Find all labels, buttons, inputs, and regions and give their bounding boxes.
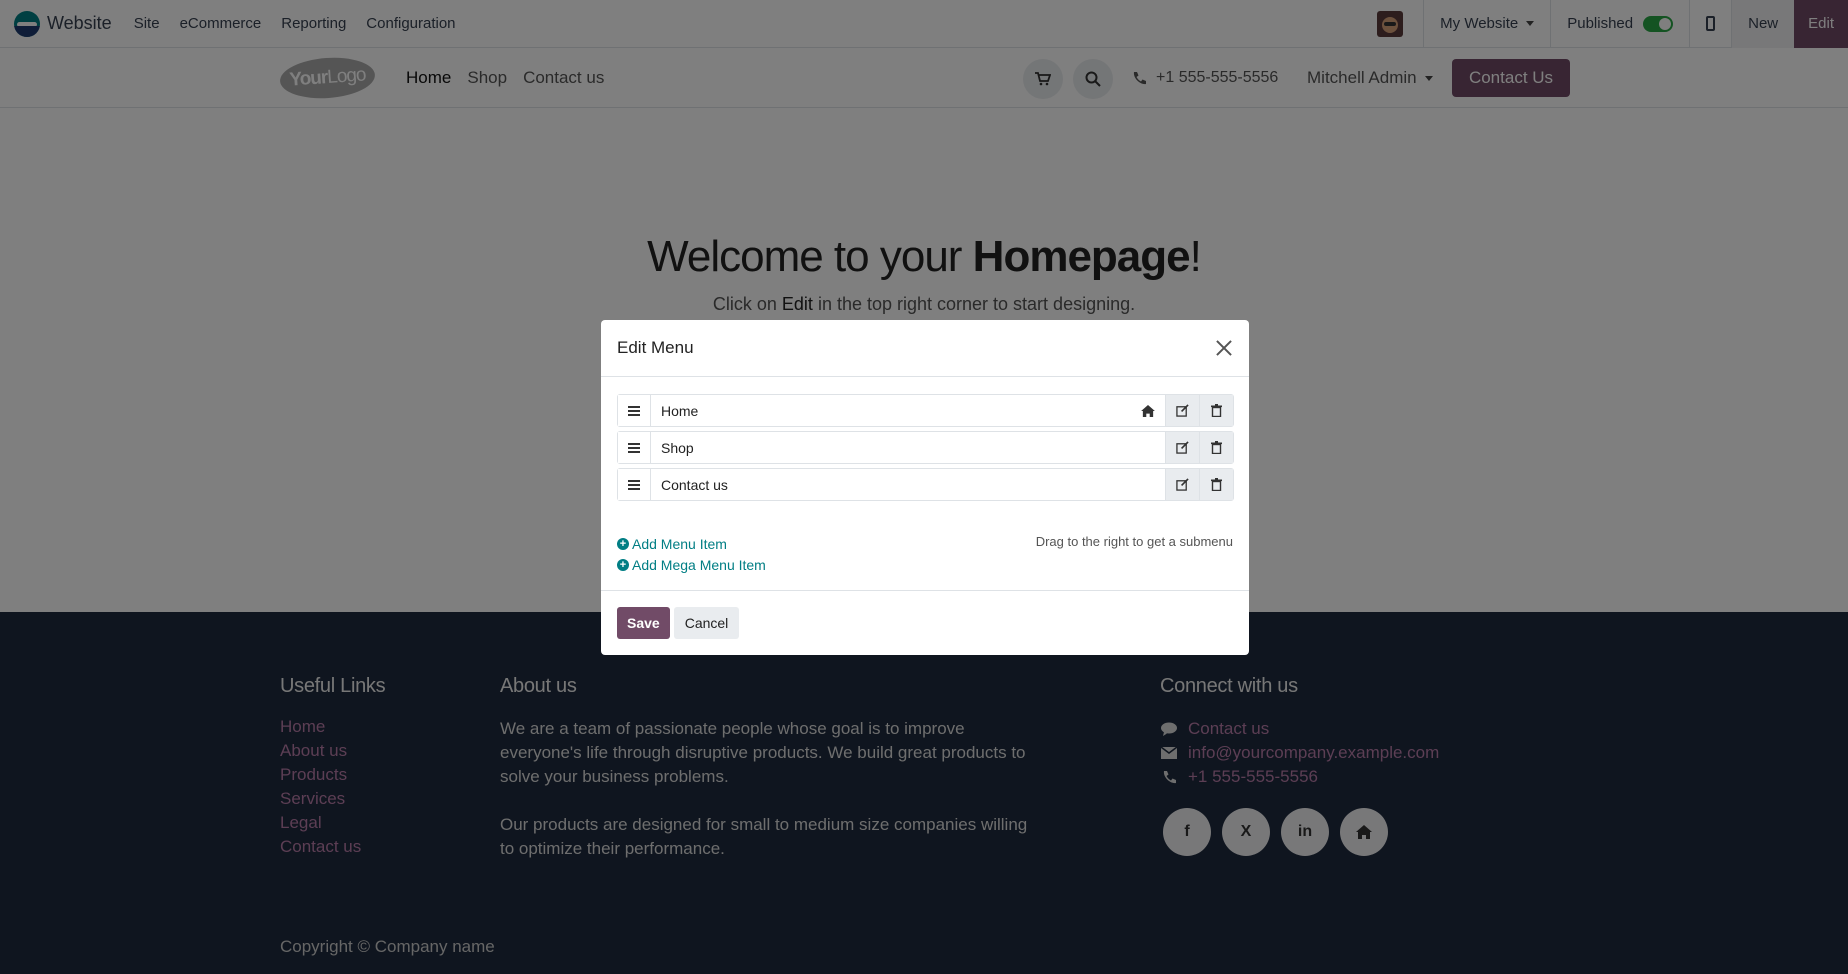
menu-item-row-shop: Shop	[617, 431, 1234, 464]
dialog-footer: Save Cancel	[601, 590, 1249, 655]
drag-handle-icon	[628, 442, 640, 453]
dialog-title: Edit Menu	[617, 338, 694, 357]
add-mega-menu-item-label: Add Mega Menu Item	[632, 556, 766, 573]
plus-circle-icon: +	[617, 537, 629, 550]
edit-icon	[1176, 441, 1189, 454]
drag-handle[interactable]	[618, 469, 651, 500]
edit-item-button[interactable]	[1165, 432, 1199, 463]
save-button[interactable]: Save	[617, 607, 670, 639]
menu-item-label: Home	[661, 402, 699, 419]
add-menu-item-link[interactable]: + Add Menu Item	[617, 533, 766, 554]
submenu-hint: Drag to the right to get a submenu	[1035, 534, 1233, 549]
menu-item-label: Contact us	[661, 476, 728, 493]
delete-item-button[interactable]	[1199, 469, 1233, 500]
trash-icon	[1211, 478, 1222, 491]
home-icon	[1131, 395, 1165, 426]
menu-item-label: Shop	[661, 439, 694, 456]
drag-handle[interactable]	[618, 432, 651, 463]
edit-icon	[1176, 404, 1189, 417]
add-links: + Add Menu Item + Add Mega Menu Item	[617, 533, 766, 575]
edit-item-button[interactable]	[1165, 395, 1199, 426]
add-menu-item-label: Add Menu Item	[632, 535, 727, 552]
delete-item-button[interactable]	[1199, 432, 1233, 463]
edit-item-button[interactable]	[1165, 469, 1199, 500]
trash-icon	[1211, 441, 1222, 454]
close-icon[interactable]	[1215, 339, 1233, 357]
delete-item-button[interactable]	[1199, 395, 1233, 426]
edit-icon	[1176, 478, 1189, 491]
trash-icon	[1211, 404, 1222, 417]
edit-menu-dialog: Edit Menu Home Shop Contact us + Add Men…	[601, 320, 1249, 655]
cancel-button[interactable]: Cancel	[673, 607, 740, 639]
drag-handle-icon	[628, 405, 640, 416]
drag-handle-icon	[628, 479, 640, 490]
drag-handle[interactable]	[618, 395, 651, 426]
menu-item-row-contact: Contact us	[617, 468, 1234, 501]
menu-item-row-home: Home	[617, 394, 1234, 427]
dialog-header: Edit Menu	[601, 320, 1249, 377]
menu-items-list: Home Shop Contact us	[617, 394, 1234, 505]
plus-circle-icon: +	[617, 558, 629, 571]
add-mega-menu-item-link[interactable]: + Add Mega Menu Item	[617, 554, 766, 575]
